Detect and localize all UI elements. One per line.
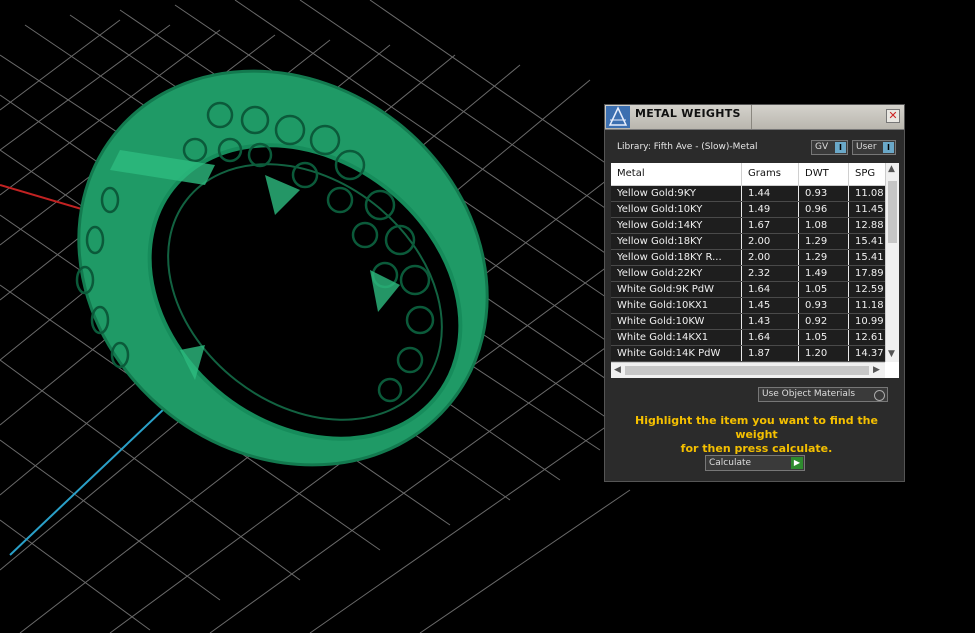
user-toggle-button[interactable]: User I <box>852 140 896 155</box>
radio-indicator-icon <box>874 390 885 401</box>
cell-dwt: 0.93 <box>799 186 849 201</box>
table-row[interactable]: Yellow Gold:9KY 1.44 0.93 11.08 <box>611 186 885 202</box>
vertical-scroll-thumb[interactable] <box>888 181 897 243</box>
panel-titlebar[interactable]: METAL WEIGHTS ✕ <box>605 105 904 130</box>
cell-spg: 11.08 <box>855 188 884 199</box>
library-label: Library: Fifth Ave - (Slow)-Metal <box>617 142 758 152</box>
cell-spg: 12.61 <box>855 332 884 343</box>
table-row[interactable]: Yellow Gold:18KY 2.00 1.29 15.41 <box>611 234 885 250</box>
ring-model[interactable] <box>0 0 566 546</box>
table-row[interactable]: Yellow Gold:14KY 1.67 1.08 12.88 <box>611 218 885 234</box>
cell-grams: 1.45 <box>742 298 799 313</box>
cell-dwt: 1.05 <box>799 282 849 297</box>
calculate-label: Calculate <box>709 458 752 468</box>
table-header-row: Metal Grams DWT SPG <box>611 163 885 186</box>
cell-metal: White Gold:10KW <box>611 314 742 329</box>
cell-spg: 11.18 <box>855 300 884 311</box>
table-row[interactable]: White Gold:10KW 1.43 0.92 10.99 <box>611 314 885 330</box>
metal-table: Metal Grams DWT SPG Yellow Gold:9KY 1.44 0… <box>611 163 899 378</box>
cell-grams: 1.44 <box>742 186 799 201</box>
cell-metal: White Gold:10KX1 <box>611 298 742 313</box>
cell-grams: 2.00 <box>742 234 799 249</box>
cell-dwt: 1.49 <box>799 266 849 281</box>
cell-metal: Yellow Gold:18KY R... <box>611 250 742 265</box>
cell-metal: White Gold:14K PdW <box>611 346 742 361</box>
table-row[interactable]: White Gold:14K PdW 1.87 1.20 14.37 <box>611 346 885 362</box>
gv-toggle-label: GV <box>815 142 829 152</box>
cell-metal: Yellow Gold:9KY <box>611 186 742 201</box>
gv-indicator-icon: I <box>835 142 846 153</box>
gv-toggle-button[interactable]: GV I <box>811 140 848 155</box>
panel-title: METAL WEIGHTS <box>635 107 741 120</box>
cell-grams: 1.64 <box>742 330 799 345</box>
cell-grams: 1.87 <box>742 346 799 361</box>
cell-spg: 11.45 <box>855 204 884 215</box>
gemvision-logo-icon <box>606 106 630 128</box>
cell-dwt: 0.96 <box>799 202 849 217</box>
chevron-right-icon[interactable]: ▶ <box>873 365 880 375</box>
user-indicator-icon: I <box>883 142 894 153</box>
cell-dwt: 0.92 <box>799 314 849 329</box>
calculate-button[interactable]: Calculate ▶ <box>705 455 805 471</box>
cell-spg: 15.41 <box>855 236 884 247</box>
cell-metal: White Gold:9K PdW <box>611 282 742 297</box>
cell-dwt: 1.29 <box>799 250 849 265</box>
close-icon[interactable]: ✕ <box>886 109 900 123</box>
vertical-scrollbar[interactable]: ▲ ▼ <box>885 163 899 362</box>
table-row[interactable]: Yellow Gold:22KY 2.32 1.49 17.89 <box>611 266 885 282</box>
chevron-up-icon[interactable]: ▲ <box>888 164 895 174</box>
instruction-text: Highlight the item you want to find the … <box>619 414 894 456</box>
cell-spg: 10.99 <box>855 316 884 327</box>
play-icon: ▶ <box>791 457 803 469</box>
cell-metal: White Gold:14KX1 <box>611 330 742 345</box>
instruction-line-1: Highlight the item you want to find the … <box>635 414 878 441</box>
cell-grams: 1.64 <box>742 282 799 297</box>
cell-spg: 15.41 <box>855 252 884 263</box>
column-header-spg[interactable]: SPG <box>849 163 885 185</box>
cell-grams: 1.43 <box>742 314 799 329</box>
chevron-down-icon[interactable]: ▼ <box>888 349 895 359</box>
table-row[interactable]: Yellow Gold:18KY R... 2.00 1.29 15.41 <box>611 250 885 266</box>
cell-dwt: 0.93 <box>799 298 849 313</box>
cell-spg: 17.89 <box>855 268 884 279</box>
table-row[interactable]: White Gold:9K PdW 1.64 1.05 12.59 <box>611 282 885 298</box>
cell-dwt: 1.05 <box>799 330 849 345</box>
use-object-materials-toggle[interactable]: Use Object Materials <box>758 387 888 402</box>
cell-spg: 14.37 <box>855 348 884 359</box>
cell-metal: Yellow Gold:10KY <box>611 202 742 217</box>
user-toggle-label: User <box>856 142 877 152</box>
cell-grams: 2.00 <box>742 250 799 265</box>
use-object-materials-label: Use Object Materials <box>762 389 856 399</box>
cell-spg: 12.59 <box>855 284 884 295</box>
table-row[interactable]: White Gold:10KX1 1.45 0.93 11.18 <box>611 298 885 314</box>
column-header-grams[interactable]: Grams <box>742 163 799 185</box>
cell-grams: 1.67 <box>742 218 799 233</box>
column-header-metal[interactable]: Metal <box>611 163 742 185</box>
column-header-dwt[interactable]: DWT <box>799 163 849 185</box>
table-rows: Yellow Gold:9KY 1.44 0.93 11.08 Yellow Gold:… <box>611 186 885 362</box>
table-row[interactable]: White Gold:14KX1 1.64 1.05 12.61 <box>611 330 885 346</box>
metal-weights-panel: METAL WEIGHTS ✕ Library: Fifth Ave - (Sl… <box>604 104 905 482</box>
table-row[interactable]: Yellow Gold:10KY 1.49 0.96 11.45 <box>611 202 885 218</box>
titlebar-divider <box>751 105 752 129</box>
horizontal-scroll-thumb[interactable] <box>625 366 869 375</box>
cell-spg: 12.88 <box>855 220 884 231</box>
cell-grams: 2.32 <box>742 266 799 281</box>
chevron-left-icon[interactable]: ◀ <box>614 365 621 375</box>
cell-grams: 1.49 <box>742 202 799 217</box>
cell-metal: Yellow Gold:22KY <box>611 266 742 281</box>
cell-dwt: 1.20 <box>799 346 849 361</box>
instruction-line-2: for then press calculate. <box>680 442 833 455</box>
horizontal-scrollbar[interactable]: ◀ ▶ <box>611 362 885 378</box>
metal-table-body: Metal Grams DWT SPG Yellow Gold:9KY 1.44 0… <box>611 163 885 362</box>
cell-dwt: 1.29 <box>799 234 849 249</box>
cell-dwt: 1.08 <box>799 218 849 233</box>
cell-metal: Yellow Gold:14KY <box>611 218 742 233</box>
cell-metal: Yellow Gold:18KY <box>611 234 742 249</box>
